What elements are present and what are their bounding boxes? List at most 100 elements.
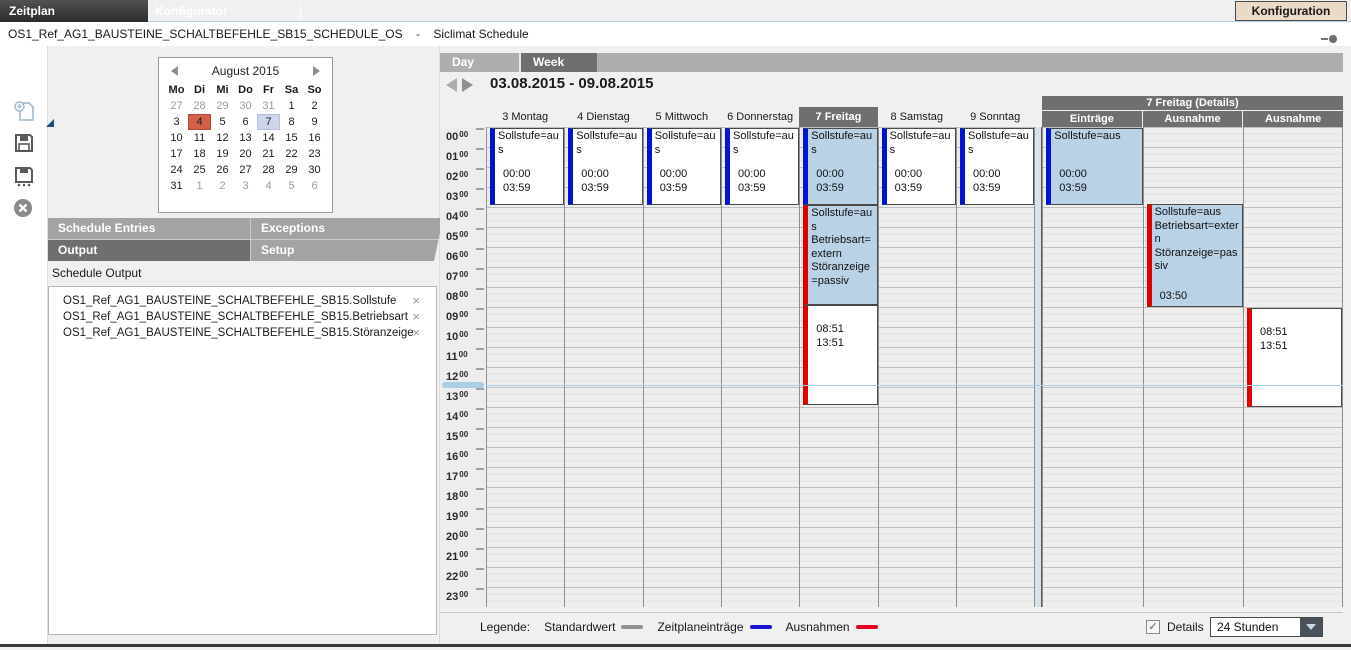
- output-item-label: OS1_Ref_AG1_BAUSTEINE_SCHALTBEFEHLE_SB15…: [63, 327, 414, 339]
- grid-column-line: [1143, 127, 1144, 607]
- schedule-entry-block[interactable]: Sollstufe=aus00:0003:59: [490, 128, 564, 205]
- day-header[interactable]: 4 Dienstag: [564, 107, 642, 127]
- calendar-day[interactable]: 10: [165, 130, 188, 146]
- calendar-day[interactable]: 29: [211, 98, 234, 114]
- calendar-day[interactable]: 5: [211, 114, 234, 130]
- calendar-day[interactable]: 26: [211, 162, 234, 178]
- tab-output[interactable]: Output: [48, 240, 250, 261]
- current-time-marker: [442, 382, 484, 388]
- calendar-day[interactable]: 30: [234, 98, 257, 114]
- grid-column-line: [799, 127, 800, 607]
- day-header[interactable]: 3 Montag: [486, 107, 564, 127]
- grid-body[interactable]: Sollstufe=aus Betriebsart=extern Störanz…: [486, 127, 1343, 607]
- calendar-day[interactable]: 4: [257, 178, 280, 194]
- calendar-day[interactable]: 15: [280, 130, 303, 146]
- schedule-entry-block[interactable]: Sollstufe=aus00:0003:59: [647, 128, 721, 205]
- calendar-day[interactable]: 22: [280, 146, 303, 162]
- calendar-day[interactable]: 23: [303, 146, 326, 162]
- entry-start: 00:00: [503, 168, 531, 182]
- time-axis-label: 0100: [440, 147, 486, 167]
- calendar-day[interactable]: 8: [280, 114, 303, 130]
- exception-block-friday-1[interactable]: Sollstufe=aus Betriebsart=extern Störanz…: [803, 205, 877, 305]
- dropdown-corner-icon[interactable]: [46, 119, 54, 127]
- remove-output-icon[interactable]: ×: [412, 325, 420, 341]
- details-exception-block-1[interactable]: Sollstufe=aus Betriebsart=extern Störanz…: [1147, 204, 1243, 307]
- save-as-icon[interactable]: [13, 166, 37, 190]
- calendar-day[interactable]: 4: [188, 114, 211, 130]
- pin-icon[interactable]: [1321, 35, 1337, 43]
- calendar-day[interactable]: 12: [211, 130, 234, 146]
- legend-item-label: Standardwert: [544, 620, 615, 634]
- entry-times: 00:0003:59: [503, 168, 531, 195]
- tab-zeitplan[interactable]: Zeitplan: [0, 0, 148, 22]
- details-entry-block[interactable]: Sollstufe=aus 00:00 03:59: [1046, 128, 1142, 205]
- calendar-weekday: Mi: [211, 82, 234, 98]
- calendar-day[interactable]: 9: [303, 114, 326, 130]
- calendar-day[interactable]: 6: [303, 178, 326, 194]
- exception-block-friday-2[interactable]: 08:51 13:51: [803, 305, 877, 405]
- calendar-day[interactable]: 31: [257, 98, 280, 114]
- calendar-prev-icon[interactable]: [171, 66, 178, 76]
- day-header[interactable]: 5 Mittwoch: [643, 107, 721, 127]
- day-header[interactable]: 8 Samstag: [878, 107, 956, 127]
- remove-output-icon[interactable]: ×: [412, 293, 420, 309]
- remove-output-icon[interactable]: ×: [412, 309, 420, 325]
- calendar-day[interactable]: 19: [211, 146, 234, 162]
- calendar-day[interactable]: 31: [165, 178, 188, 194]
- tab-exceptions[interactable]: Exceptions: [251, 218, 443, 239]
- calendar-day[interactable]: 30: [303, 162, 326, 178]
- delete-icon[interactable]: [13, 198, 37, 222]
- calendar-day[interactable]: 21: [257, 146, 280, 162]
- calendar-day[interactable]: 13: [234, 130, 257, 146]
- calendar-day[interactable]: 3: [165, 114, 188, 130]
- schedule-entry-block[interactable]: Sollstufe=aus00:0003:59: [568, 128, 642, 205]
- new-schedule-icon[interactable]: [13, 100, 37, 124]
- calendar-next-icon[interactable]: [313, 66, 320, 76]
- calendar-day[interactable]: 1: [188, 178, 211, 194]
- schedule-entry-block[interactable]: Sollstufe=aus00:0003:59: [960, 128, 1034, 205]
- current-time-line: [486, 385, 1343, 386]
- calendar-day[interactable]: 5: [280, 178, 303, 194]
- calendar-day[interactable]: 24: [165, 162, 188, 178]
- tab-konfigurator[interactable]: Konfigurator: [155, 0, 228, 22]
- calendar-day[interactable]: 28: [257, 162, 280, 178]
- day-header[interactable]: 6 Donnerstag: [721, 107, 799, 127]
- details-checkbox[interactable]: ✓: [1146, 620, 1160, 634]
- calendar-day[interactable]: 16: [303, 130, 326, 146]
- calendar-day[interactable]: 29: [280, 162, 303, 178]
- schedule-entry-block[interactable]: Sollstufe=aus00:0003:59: [803, 128, 877, 205]
- dropdown-arrow-icon[interactable]: [1300, 618, 1322, 636]
- calendar-day[interactable]: 6: [234, 114, 257, 130]
- calendar-day[interactable]: 14: [257, 130, 280, 146]
- konfiguration-button[interactable]: Konfiguration: [1235, 1, 1347, 21]
- schedule-entry-block[interactable]: Sollstufe=aus00:0003:59: [882, 128, 956, 205]
- tab-day[interactable]: Day: [440, 53, 519, 72]
- calendar-day[interactable]: 3: [234, 178, 257, 194]
- details-exception-block-2[interactable]: 08:51 13:51: [1247, 308, 1342, 407]
- calendar-day[interactable]: 2: [303, 98, 326, 114]
- calendar-day[interactable]: 11: [188, 130, 211, 146]
- save-icon[interactable]: [13, 132, 37, 156]
- calendar-day[interactable]: 18: [188, 146, 211, 162]
- day-header[interactable]: 9 Sonntag: [956, 107, 1034, 127]
- tab-week[interactable]: Week: [521, 53, 597, 72]
- calendar-day[interactable]: 2: [211, 178, 234, 194]
- time-scale-dropdown[interactable]: 24 Stunden: [1210, 617, 1323, 637]
- tab-schedule-entries[interactable]: Schedule Entries: [48, 218, 250, 239]
- next-week-icon[interactable]: [462, 78, 473, 92]
- legend-swatch: [856, 625, 878, 629]
- calendar-day[interactable]: 27: [165, 98, 188, 114]
- calendar-day[interactable]: 28: [188, 98, 211, 114]
- calendar-day[interactable]: 17: [165, 146, 188, 162]
- mini-calendar: August 2015 MoDiMiDoFrSaSo 2728293031123…: [158, 57, 333, 213]
- day-header-selected[interactable]: 7 Freitag: [799, 107, 877, 127]
- calendar-day[interactable]: 25: [188, 162, 211, 178]
- calendar-day[interactable]: 1: [280, 98, 303, 114]
- tab-setup[interactable]: Setup: [251, 240, 443, 261]
- previous-week-icon[interactable]: [446, 78, 457, 92]
- calendar-day[interactable]: 20: [234, 146, 257, 162]
- schedule-entry-block[interactable]: Sollstufe=aus00:0003:59: [725, 128, 799, 205]
- calendar-day[interactable]: 7: [257, 114, 280, 130]
- calendar-day[interactable]: 27: [234, 162, 257, 178]
- app-window: Zeitplan Konfigurator Konfiguration OS1_…: [0, 0, 1351, 650]
